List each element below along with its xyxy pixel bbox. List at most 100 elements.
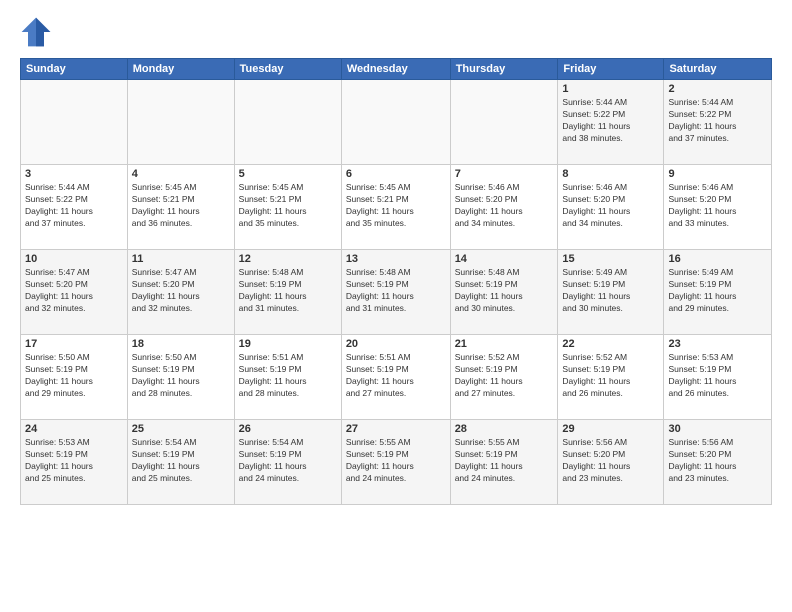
calendar-day-26: 26 Sunrise: 5:54 AM Sunset: 5:19 PM Dayli… <box>234 420 341 505</box>
weekday-header-saturday: Saturday <box>664 59 772 80</box>
day-number: 27 <box>346 423 446 435</box>
day-number: 11 <box>132 253 230 265</box>
calendar-day-14: 14 Sunrise: 5:48 AM Sunset: 5:19 PM Dayli… <box>450 250 558 335</box>
calendar-day-7: 7 Sunrise: 5:46 AM Sunset: 5:20 PM Daylig… <box>450 165 558 250</box>
header <box>20 16 772 48</box>
calendar-week-row: 17 Sunrise: 5:50 AM Sunset: 5:19 PM Dayli… <box>21 335 772 420</box>
calendar-day-1: 1Sunrise: 5:44 AM Sunset: 5:22 PM Daylig… <box>558 80 664 165</box>
day-info: Sunrise: 5:44 AM Sunset: 5:22 PM Dayligh… <box>668 97 767 145</box>
calendar-header-row: SundayMondayTuesdayWednesdayThursdayFrid… <box>21 59 772 80</box>
day-number: 5 <box>239 168 337 180</box>
day-number: 28 <box>455 423 554 435</box>
calendar-day-30: 30Sunrise: 5:56 AM Sunset: 5:20 PM Dayli… <box>664 420 772 505</box>
day-number: 9 <box>668 168 767 180</box>
day-number: 29 <box>562 423 659 435</box>
day-number: 23 <box>668 338 767 350</box>
calendar-week-row: 10 Sunrise: 5:47 AM Sunset: 5:20 PM Dayli… <box>21 250 772 335</box>
day-number: 3 <box>25 168 123 180</box>
day-info: Sunrise: 5:48 AM Sunset: 5:19 PM Dayligh… <box>346 267 446 315</box>
day-info: Sunrise: 5:47 AM Sunset: 5:20 PM Dayligh… <box>25 267 123 315</box>
day-number: 25 <box>132 423 230 435</box>
day-info: Sunrise: 5:54 AM Sunset: 5:19 PM Dayligh… <box>132 437 230 485</box>
day-number: 7 <box>455 168 554 180</box>
weekday-header-thursday: Thursday <box>450 59 558 80</box>
day-number: 15 <box>562 253 659 265</box>
day-number: 6 <box>346 168 446 180</box>
calendar-day-17: 17 Sunrise: 5:50 AM Sunset: 5:19 PM Dayli… <box>21 335 128 420</box>
day-number: 14 <box>455 253 554 265</box>
calendar-day-25: 25 Sunrise: 5:54 AM Sunset: 5:19 PM Dayli… <box>127 420 234 505</box>
day-info: Sunrise: 5:46 AM Sunset: 5:20 PM Dayligh… <box>562 182 659 230</box>
calendar-day-22: 22Sunrise: 5:52 AM Sunset: 5:19 PM Dayli… <box>558 335 664 420</box>
day-info: Sunrise: 5:50 AM Sunset: 5:19 PM Dayligh… <box>25 352 123 400</box>
day-number: 19 <box>239 338 337 350</box>
day-info: Sunrise: 5:53 AM Sunset: 5:19 PM Dayligh… <box>25 437 123 485</box>
calendar-day-24: 24Sunrise: 5:53 AM Sunset: 5:19 PM Dayli… <box>21 420 128 505</box>
day-info: Sunrise: 5:51 AM Sunset: 5:19 PM Dayligh… <box>239 352 337 400</box>
calendar-day-19: 19 Sunrise: 5:51 AM Sunset: 5:19 PM Dayli… <box>234 335 341 420</box>
day-number: 17 <box>25 338 123 350</box>
day-number: 26 <box>239 423 337 435</box>
day-info: Sunrise: 5:44 AM Sunset: 5:22 PM Dayligh… <box>25 182 123 230</box>
calendar-week-row: 24Sunrise: 5:53 AM Sunset: 5:19 PM Dayli… <box>21 420 772 505</box>
day-info: Sunrise: 5:50 AM Sunset: 5:19 PM Dayligh… <box>132 352 230 400</box>
day-info: Sunrise: 5:51 AM Sunset: 5:19 PM Dayligh… <box>346 352 446 400</box>
day-number: 18 <box>132 338 230 350</box>
logo <box>20 16 56 48</box>
calendar-day-28: 28 Sunrise: 5:55 AM Sunset: 5:19 PM Dayli… <box>450 420 558 505</box>
calendar-day-29: 29 Sunrise: 5:56 AM Sunset: 5:20 PM Dayli… <box>558 420 664 505</box>
calendar-empty-cell <box>450 80 558 165</box>
day-info: Sunrise: 5:56 AM Sunset: 5:20 PM Dayligh… <box>562 437 659 485</box>
weekday-header-friday: Friday <box>558 59 664 80</box>
calendar-day-6: 6 Sunrise: 5:45 AM Sunset: 5:21 PM Daylig… <box>341 165 450 250</box>
page: SundayMondayTuesdayWednesdayThursdayFrid… <box>0 0 792 612</box>
calendar-empty-cell <box>234 80 341 165</box>
day-info: Sunrise: 5:53 AM Sunset: 5:19 PM Dayligh… <box>668 352 767 400</box>
day-info: Sunrise: 5:54 AM Sunset: 5:19 PM Dayligh… <box>239 437 337 485</box>
day-info: Sunrise: 5:45 AM Sunset: 5:21 PM Dayligh… <box>239 182 337 230</box>
calendar-day-21: 21 Sunrise: 5:52 AM Sunset: 5:19 PM Dayli… <box>450 335 558 420</box>
day-info: Sunrise: 5:52 AM Sunset: 5:19 PM Dayligh… <box>455 352 554 400</box>
calendar-day-3: 3 Sunrise: 5:44 AM Sunset: 5:22 PM Daylig… <box>21 165 128 250</box>
calendar-day-4: 4 Sunrise: 5:45 AM Sunset: 5:21 PM Daylig… <box>127 165 234 250</box>
calendar-day-20: 20 Sunrise: 5:51 AM Sunset: 5:19 PM Dayli… <box>341 335 450 420</box>
day-number: 16 <box>668 253 767 265</box>
day-info: Sunrise: 5:45 AM Sunset: 5:21 PM Dayligh… <box>346 182 446 230</box>
day-info: Sunrise: 5:48 AM Sunset: 5:19 PM Dayligh… <box>455 267 554 315</box>
day-info: Sunrise: 5:48 AM Sunset: 5:19 PM Dayligh… <box>239 267 337 315</box>
weekday-header-wednesday: Wednesday <box>341 59 450 80</box>
calendar-day-11: 11 Sunrise: 5:47 AM Sunset: 5:20 PM Dayli… <box>127 250 234 335</box>
day-number: 4 <box>132 168 230 180</box>
weekday-header-sunday: Sunday <box>21 59 128 80</box>
day-info: Sunrise: 5:56 AM Sunset: 5:20 PM Dayligh… <box>668 437 767 485</box>
weekday-header-tuesday: Tuesday <box>234 59 341 80</box>
day-info: Sunrise: 5:46 AM Sunset: 5:20 PM Dayligh… <box>668 182 767 230</box>
day-number: 20 <box>346 338 446 350</box>
calendar-day-13: 13 Sunrise: 5:48 AM Sunset: 5:19 PM Dayli… <box>341 250 450 335</box>
day-info: Sunrise: 5:45 AM Sunset: 5:21 PM Dayligh… <box>132 182 230 230</box>
day-info: Sunrise: 5:55 AM Sunset: 5:19 PM Dayligh… <box>455 437 554 485</box>
day-number: 1 <box>562 83 659 95</box>
calendar-day-27: 27 Sunrise: 5:55 AM Sunset: 5:19 PM Dayli… <box>341 420 450 505</box>
day-info: Sunrise: 5:55 AM Sunset: 5:19 PM Dayligh… <box>346 437 446 485</box>
day-info: Sunrise: 5:46 AM Sunset: 5:20 PM Dayligh… <box>455 182 554 230</box>
day-number: 12 <box>239 253 337 265</box>
calendar-week-row: 1 Sunrise: 5:44 AM Sunset: 5:22 PM Daylig… <box>21 80 772 165</box>
calendar-day-8: 8 Sunrise: 5:46 AM Sunset: 5:20 PM Daylig… <box>558 165 664 250</box>
logo-icon <box>20 16 52 48</box>
calendar-day-12: 12 Sunrise: 5:48 AM Sunset: 5:19 PM Dayli… <box>234 250 341 335</box>
day-info: Sunrise: 5:47 AM Sunset: 5:20 PM Dayligh… <box>132 267 230 315</box>
calendar-day-18: 18 Sunrise: 5:50 AM Sunset: 5:19 PM Dayli… <box>127 335 234 420</box>
day-number: 10 <box>25 253 123 265</box>
calendar-day-16: 16 Sunrise: 5:49 AM Sunset: 5:19 PM Dayli… <box>664 250 772 335</box>
day-number: 21 <box>455 338 554 350</box>
day-info: Sunrise: 5:49 AM Sunset: 5:19 PM Dayligh… <box>562 267 659 315</box>
calendar-empty-cell <box>341 80 450 165</box>
day-number: 8 <box>562 168 659 180</box>
calendar-day-2: 2Sunrise: 5:44 AM Sunset: 5:22 PM Daylig… <box>664 80 772 165</box>
calendar-empty-cell <box>21 80 128 165</box>
day-info: Sunrise: 5:49 AM Sunset: 5:19 PM Dayligh… <box>668 267 767 315</box>
day-number: 13 <box>346 253 446 265</box>
calendar-day-10: 10 Sunrise: 5:47 AM Sunset: 5:20 PM Dayli… <box>21 250 128 335</box>
calendar-table: SundayMondayTuesdayWednesdayThursdayFrid… <box>20 58 772 505</box>
